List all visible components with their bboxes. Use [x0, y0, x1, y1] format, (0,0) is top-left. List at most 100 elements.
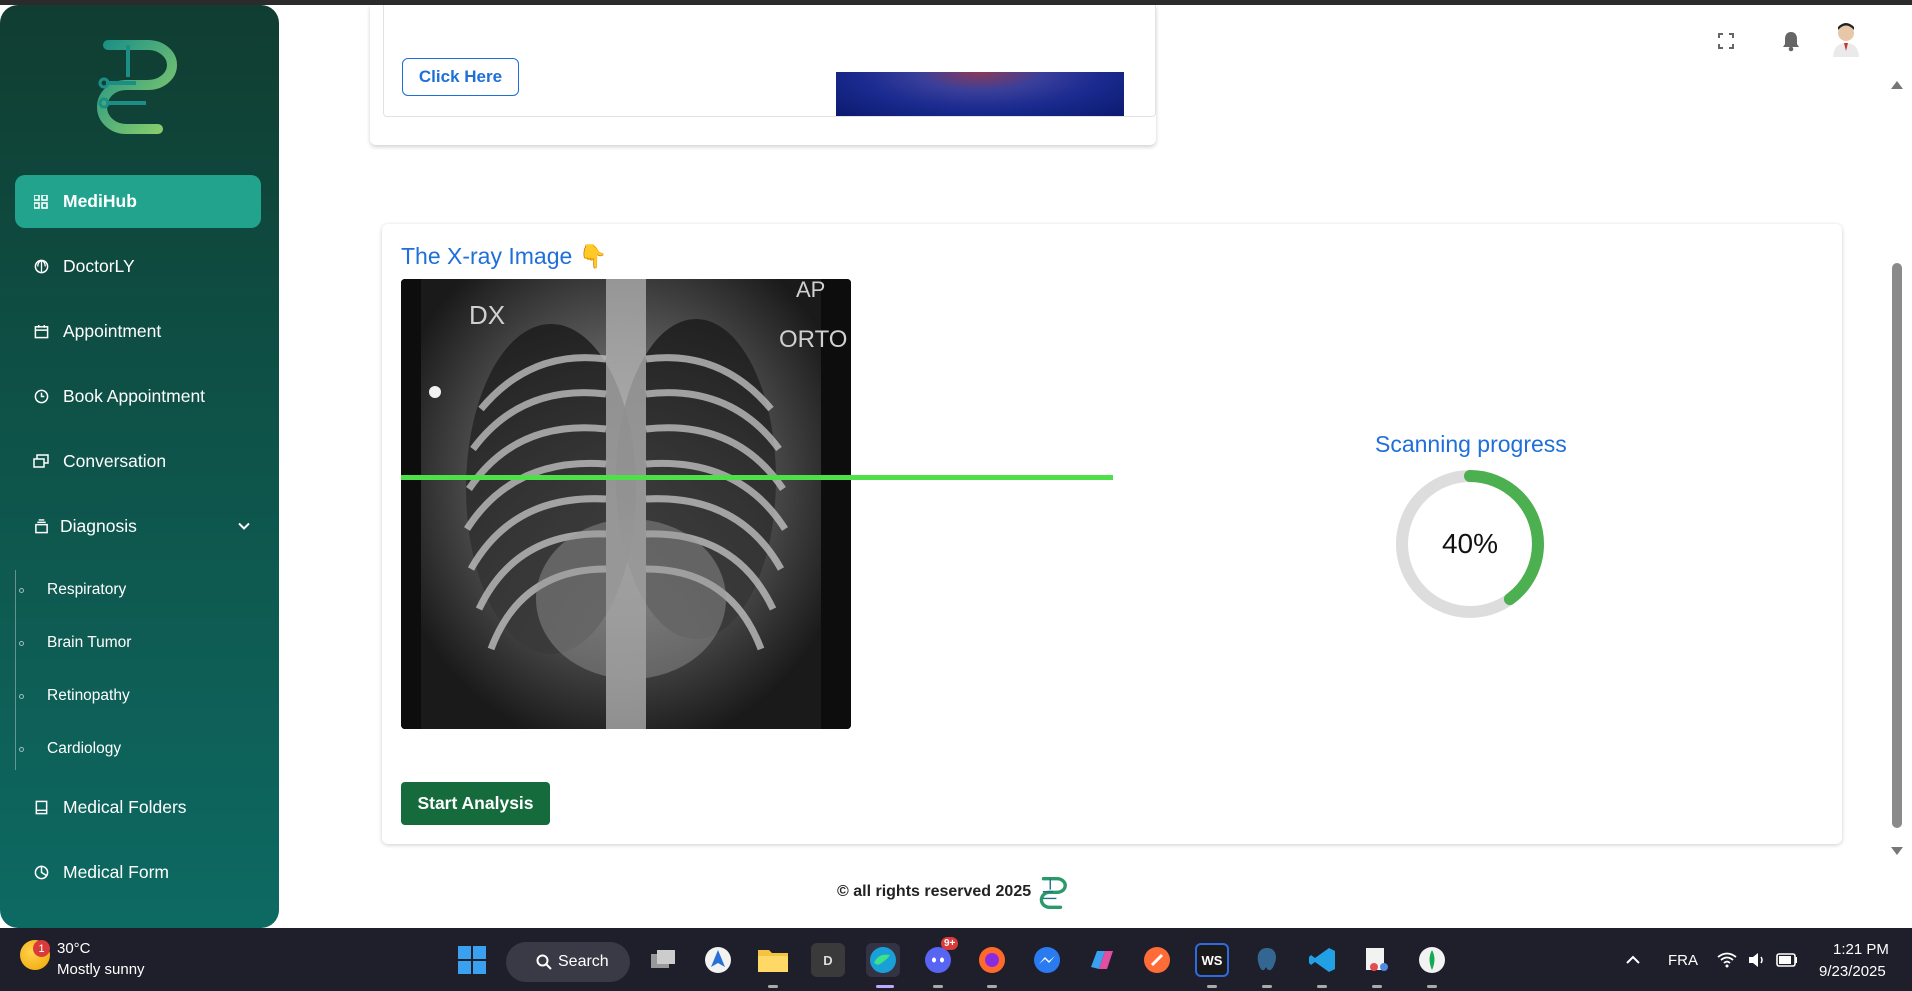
clock-icon	[32, 388, 50, 406]
submenu-guide-line	[15, 570, 16, 770]
vertical-scrollbar[interactable]	[1888, 75, 1906, 855]
running-indicator	[1427, 985, 1437, 988]
submenu-item-respiratory[interactable]: Respiratory	[19, 581, 127, 599]
messenger-icon[interactable]	[1030, 943, 1064, 977]
sidebar-item-conversation[interactable]: Conversation	[15, 435, 261, 488]
calendar-icon	[32, 323, 50, 341]
discord-icon[interactable]: 9+	[921, 937, 959, 977]
weather-desc[interactable]: Mostly sunny	[57, 961, 145, 978]
footer-copyright: © all rights reserved 2025	[837, 883, 1032, 900]
battery-icon[interactable]	[1770, 943, 1804, 977]
windows-taskbar: 1 30°C Mostly sunny Search D 9+ WS FRA 1…	[0, 928, 1912, 991]
webstorm-icon[interactable]: WS	[1195, 943, 1229, 977]
xray-analysis-card: The X-ray Image 👇 DX AP ORTO Scanning pr…	[382, 224, 1842, 844]
volume-icon[interactable]	[1740, 943, 1774, 977]
stack-icon	[32, 518, 50, 536]
start-analysis-button[interactable]: Start Analysis	[401, 782, 550, 825]
globe-icon	[32, 258, 50, 276]
search-label: Search	[558, 953, 609, 970]
submenu-item-brain-tumor[interactable]: Brain Tumor	[19, 634, 132, 652]
firefox-icon[interactable]	[975, 943, 1009, 977]
wifi-icon[interactable]	[1710, 943, 1744, 977]
xray-label-ap: AP	[796, 279, 825, 302]
running-indicator	[1207, 985, 1217, 988]
pie-icon	[32, 864, 50, 882]
sidebar-item-book-appointment[interactable]: Book Appointment	[15, 370, 261, 423]
sidebar-item-appointment[interactable]: Appointment	[15, 305, 261, 358]
xray-label-orto: ORTO	[779, 326, 847, 353]
sidebar-item-label: Medical Form	[63, 862, 169, 882]
clock-date[interactable]: 9/23/2025	[1819, 963, 1886, 980]
scroll-down-icon[interactable]	[1891, 847, 1903, 855]
bullet-icon	[19, 588, 24, 593]
taskbar-search[interactable]: Search	[506, 942, 630, 982]
app-logo	[97, 40, 177, 134]
mongodb-compass-icon[interactable]	[1415, 943, 1449, 977]
sidebar-item-label: Medical Folders	[63, 797, 187, 817]
start-icon[interactable]	[455, 943, 489, 977]
xray-title: The X-ray Image 👇	[401, 243, 608, 269]
snipping-tool-icon[interactable]	[1360, 943, 1394, 977]
lungs-illustration	[836, 72, 1124, 116]
progress-percent: 40%	[1441, 528, 1499, 559]
search-icon	[536, 954, 552, 970]
scan-line	[401, 475, 1113, 480]
sidebar-item-label: DoctorLY	[63, 256, 135, 276]
sidebar-item-medical-folders[interactable]: Medical Folders	[15, 781, 261, 834]
submenu-label: Cardiology	[47, 740, 122, 757]
sidebar-item-doctorly[interactable]: DoctorLY	[15, 240, 261, 293]
running-indicator	[987, 985, 997, 988]
bullet-icon	[19, 641, 24, 646]
pgadmin-icon[interactable]	[1250, 943, 1284, 977]
active-indicator	[876, 985, 894, 988]
submenu-label: Retinopathy	[47, 687, 130, 704]
sidebar-item-label: Appointment	[63, 321, 162, 341]
avatar[interactable]	[1830, 21, 1862, 57]
xray-image: DX AP ORTO	[401, 279, 851, 729]
book-icon	[32, 799, 50, 817]
running-indicator	[768, 985, 778, 988]
submenu-label: Brain Tumor	[47, 634, 132, 651]
sidebar-item-label: Book Appointment	[63, 386, 206, 406]
submenu-item-cardiology[interactable]: Cardiology	[19, 740, 122, 758]
running-indicator	[933, 985, 943, 988]
vscode-icon[interactable]	[1305, 943, 1339, 977]
chat-icon	[32, 453, 50, 471]
chevron-up-icon[interactable]	[1616, 943, 1650, 977]
running-indicator	[1372, 985, 1382, 988]
sidebar-item-medical-form[interactable]: Medical Form	[15, 846, 261, 899]
clock-time[interactable]: 1:21 PM	[1833, 941, 1889, 958]
copilot-icon[interactable]	[1085, 943, 1119, 977]
submenu-label: Respiratory	[47, 581, 127, 598]
weather-badge: 1	[33, 940, 50, 957]
chevron-down-icon[interactable]	[237, 517, 251, 538]
submenu-item-retinopathy[interactable]: Retinopathy	[19, 687, 130, 705]
footer-logo	[1039, 877, 1067, 909]
scroll-up-icon[interactable]	[1891, 81, 1903, 89]
scroll-thumb[interactable]	[1892, 263, 1902, 828]
task-view-icon[interactable]	[646, 943, 680, 977]
edge-browser-icon[interactable]	[866, 943, 900, 977]
running-indicator	[1262, 985, 1272, 988]
sidebar-item-label: Diagnosis	[60, 516, 137, 536]
scanning-progress-title: Scanning progress	[1375, 431, 1567, 457]
sidebar: MediHub DoctorLY Appointment Book Appoin…	[0, 5, 279, 928]
bullet-icon	[19, 747, 24, 752]
bullet-icon	[19, 694, 24, 699]
weather-temp[interactable]: 30°C	[57, 940, 91, 957]
sidebar-item-diagnosis[interactable]: Diagnosis	[15, 500, 261, 553]
postman-icon[interactable]	[1140, 943, 1174, 977]
copilot-app-icon[interactable]	[701, 943, 735, 977]
discord-badge: 9+	[941, 937, 959, 950]
d-app-icon[interactable]: D	[811, 943, 845, 977]
fullscreen-icon[interactable]	[1713, 28, 1739, 54]
bell-icon[interactable]	[1778, 28, 1804, 54]
file-explorer-icon[interactable]	[756, 943, 790, 977]
click-here-button[interactable]: Click Here	[402, 58, 519, 96]
grid-icon	[32, 193, 50, 211]
xray-label-dx: DX	[469, 300, 505, 330]
language-indicator[interactable]: FRA	[1668, 952, 1698, 969]
sidebar-item-medihub[interactable]: MediHub	[15, 175, 261, 228]
running-indicator	[1317, 985, 1327, 988]
sidebar-item-label: MediHub	[63, 191, 137, 211]
